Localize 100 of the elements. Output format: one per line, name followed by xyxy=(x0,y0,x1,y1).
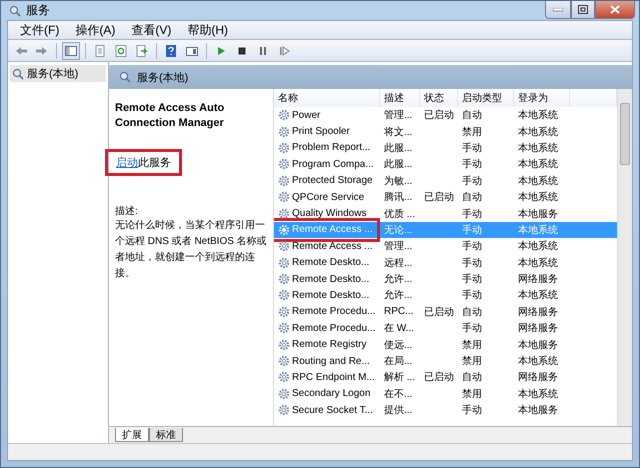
table-cell-text: 在不... xyxy=(383,388,414,401)
table-cell-text: 手动 xyxy=(461,404,483,418)
column-header[interactable]: 名称 xyxy=(274,89,380,107)
table-cell-text: 自动 xyxy=(461,371,483,384)
table-cell-text: 管理... xyxy=(383,240,414,254)
tree-item[interactable]: 服务(本地) xyxy=(10,65,106,82)
maximize-button[interactable] xyxy=(571,1,595,19)
table-cell: Remote Access ... xyxy=(292,224,373,236)
table-cell: Secure Socket T... xyxy=(292,404,373,416)
table-row[interactable]: Secure Socket T... 提供... 手动 本地服务 xyxy=(274,402,617,418)
column-header[interactable]: 登录为 xyxy=(514,89,570,107)
start-link[interactable]: 启动 xyxy=(116,157,138,169)
table-cell-text: 禁用 xyxy=(461,354,483,368)
table-row[interactable]: Remote Deskto... 远程... 手动 本地系统 xyxy=(274,254,617,271)
table-row[interactable]: Problem Report... 此服... 手动 本地系统 xyxy=(274,140,617,156)
table-cell-text: 禁用 xyxy=(461,338,483,352)
table-row[interactable]: Routing and Re... 在局... 禁用 本地系统 xyxy=(274,352,617,370)
column-header[interactable]: 描述 xyxy=(380,89,420,107)
table-row[interactable]: Quality Windows 优质 ... 手动 本地服务 xyxy=(274,205,617,222)
gear-icon xyxy=(278,322,290,334)
table-row[interactable]: Remote Access ... 管理... 手动 本地系统 xyxy=(274,238,617,255)
table-row[interactable]: RPC Endpoint M... 解析 ... 已启动 自动 网络服务 xyxy=(274,369,617,386)
table-cell-text: 已启动 xyxy=(423,108,455,122)
table-cell-text: 解析 ... xyxy=(383,370,416,384)
table-cell-text: 手动 xyxy=(461,272,483,286)
table-cell-text: 禁用 xyxy=(461,126,483,139)
table-cell-text: 手动 xyxy=(461,174,483,188)
table-cell: QPCore Service xyxy=(292,192,364,203)
search-icon xyxy=(9,4,21,16)
table-cell: Program Compa... xyxy=(292,158,374,170)
close-button[interactable] xyxy=(595,1,635,19)
table-cell-text: 自动 xyxy=(461,306,483,319)
table-cell-text: 本地系统 xyxy=(517,354,559,368)
table-cell-text: 手动 xyxy=(461,256,483,270)
table-cell-text: 手动 xyxy=(461,288,483,302)
table-cell-text: 已启动 xyxy=(423,370,455,384)
table-cell-text: 无论... xyxy=(383,224,414,237)
table-row[interactable]: Print Spooler 将文... 禁用 本地系统 xyxy=(274,123,617,140)
gear-icon xyxy=(278,224,290,236)
table-row[interactable]: Remote Deskto... 允许... 手动 网络服务 xyxy=(274,270,617,288)
table-cell-text: 为敏... xyxy=(383,174,414,188)
table-cell-text: 本地系统 xyxy=(517,240,559,254)
table-row[interactable]: Remote Registry 使远... 禁用 本地服务 xyxy=(274,336,617,353)
gear-icon xyxy=(278,142,290,154)
panel-button[interactable] xyxy=(62,42,80,60)
minimize-button[interactable] xyxy=(545,1,571,19)
table-cell-text: 优质 ... xyxy=(383,208,416,221)
table-row[interactable]: Remote Procedu... 在 W... 手动 网络服务 xyxy=(274,320,617,336)
column-header[interactable]: 启动类型 xyxy=(458,89,514,107)
panel-icon xyxy=(64,44,78,58)
table-cell-text: RPC... xyxy=(383,306,414,318)
table-cell-text: 本地系统 xyxy=(517,108,559,122)
description-text: 无论什么时候，当某个程序引用一个远程 DNS 或者 NetBIOS 名称或者地址，就创建一个到远程的连接。 xyxy=(115,218,267,281)
table-cell-text: 在 W... xyxy=(383,322,415,336)
tab[interactable]: 标准 xyxy=(149,428,183,442)
gear-icon xyxy=(278,191,290,204)
table-cell-text: 网络服务 xyxy=(517,273,559,286)
menu-item[interactable]: 文件(F) xyxy=(14,20,66,40)
gear-icon xyxy=(278,388,290,400)
table-cell-text: 管理... xyxy=(383,109,414,122)
menu-item[interactable]: 查看(V) xyxy=(125,20,178,40)
table-cell-text: 手动 xyxy=(461,158,483,172)
menu-item[interactable]: 帮助(H) xyxy=(181,20,234,40)
table-cell-text: 腾讯... xyxy=(383,190,414,204)
gear-icon xyxy=(278,208,290,220)
table-cell-text: 网络服务 xyxy=(517,322,559,336)
scrollbar[interactable] xyxy=(617,89,632,426)
table-cell: Remote Deskto... xyxy=(292,257,370,268)
table-cell-text: 提供... xyxy=(383,404,414,418)
table-cell-text: 本地系统 xyxy=(517,190,559,204)
table-row[interactable]: Remote Deskto... 允许... 手动 本地系统 xyxy=(274,287,617,304)
table-cell-text: 本地系统 xyxy=(517,142,559,155)
table-row[interactable]: Protected Storage 为敏... 手动 本地系统 xyxy=(274,172,617,189)
link-suffix: 此服务 xyxy=(138,157,171,169)
table-row[interactable]: Program Compa... 此服... 手动 本地系统 xyxy=(274,156,617,173)
table-cell: Quality Windows xyxy=(292,208,366,220)
table-cell: Remote Access ... xyxy=(292,240,373,252)
table-cell-text: 远程... xyxy=(383,256,414,270)
table-cell-text: 本地系统 xyxy=(517,174,559,188)
column-header[interactable]: 状态 xyxy=(420,89,458,107)
gear-icon xyxy=(278,256,290,269)
table-cell-text: 已启动 xyxy=(423,190,455,204)
table-cell-text: 禁用 xyxy=(461,388,483,401)
close-icon xyxy=(610,5,620,14)
refresh-icon xyxy=(114,44,128,58)
table-cell-text: 此服... xyxy=(383,142,414,155)
tab[interactable]: 扩展 xyxy=(115,428,149,442)
table-cell-text: 使远... xyxy=(383,338,414,352)
table-row[interactable]: Secondary Logon 在不... 禁用 本地系统 xyxy=(274,386,617,402)
table-cell-text: 在局... xyxy=(383,355,414,368)
gear-icon xyxy=(278,158,290,170)
table-row[interactable]: Remote Procedu... RPC... 已启动 自动 网络服务 xyxy=(274,304,617,320)
menu-item[interactable]: 操作(A) xyxy=(69,20,122,40)
service-title: Remote Access Auto Connection Manager xyxy=(115,101,226,131)
table-cell-text: 手动 xyxy=(461,224,483,237)
table-cell-text: 本地系统 xyxy=(517,224,559,237)
table-row[interactable]: Power 管理... 已启动 自动 本地系统 xyxy=(274,107,617,124)
table-cell: Remote Procedu... xyxy=(292,322,376,334)
table-row[interactable]: QPCore Service 腾讯... 已启动 自动 本地系统 xyxy=(274,188,617,206)
gear-icon xyxy=(278,338,290,351)
